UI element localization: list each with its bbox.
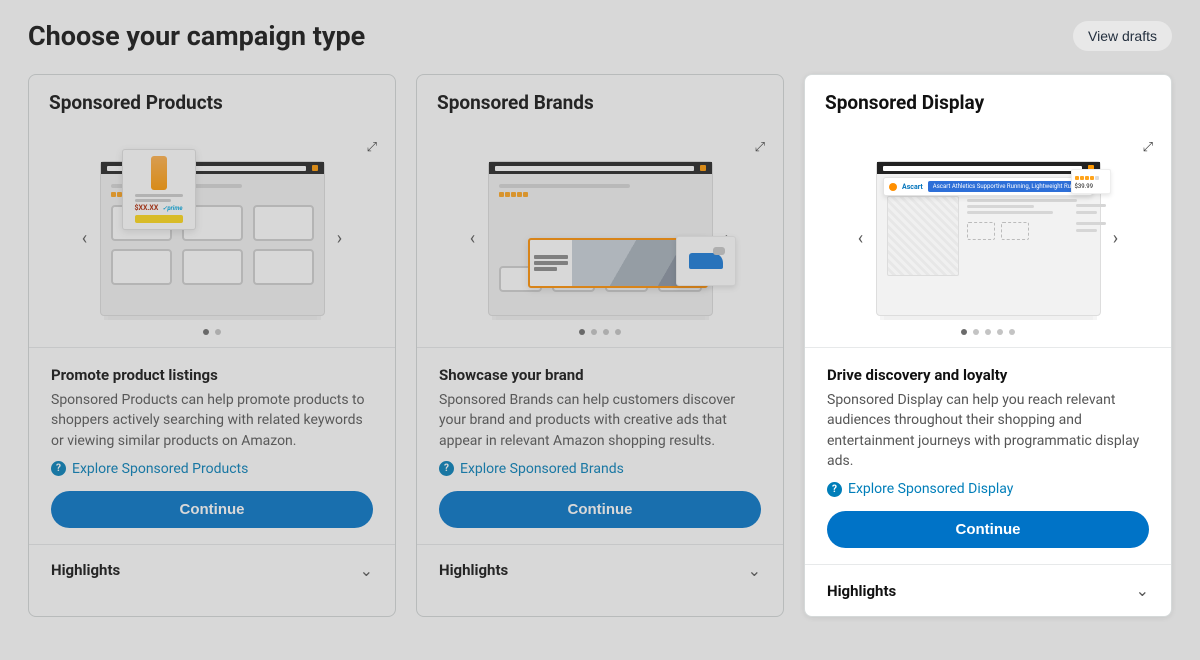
card-title: Sponsored Display bbox=[825, 91, 1151, 114]
help-icon: ? bbox=[439, 461, 454, 476]
highlights-label: Highlights bbox=[439, 561, 508, 579]
card-subtitle: Promote product listings bbox=[51, 366, 373, 384]
card-preview-area: ⤢ ‹ bbox=[805, 130, 1171, 348]
card-title: Sponsored Products bbox=[49, 91, 375, 114]
carousel-dot[interactable] bbox=[997, 329, 1003, 335]
page-header: Choose your campaign type View drafts bbox=[28, 20, 1172, 52]
card-subtitle: Drive discovery and loyalty bbox=[827, 366, 1149, 384]
highlights-label: Highlights bbox=[827, 582, 896, 600]
continue-button[interactable]: Continue bbox=[51, 491, 373, 528]
expand-icon[interactable]: ⤢ bbox=[755, 140, 765, 155]
carousel-dot[interactable] bbox=[215, 329, 221, 335]
card-description: Sponsored Display can help you reach rel… bbox=[827, 390, 1149, 471]
carousel-dot[interactable] bbox=[603, 329, 609, 335]
highlights-toggle[interactable]: Highlights ⌄ bbox=[417, 544, 783, 596]
continue-button[interactable]: Continue bbox=[439, 491, 761, 528]
carousel-dot[interactable] bbox=[615, 329, 621, 335]
card-subtitle: Showcase your brand bbox=[439, 366, 761, 384]
carousel-dot[interactable] bbox=[579, 329, 585, 335]
expand-icon[interactable]: ⤢ bbox=[1143, 140, 1153, 155]
mock-price: $39.99 bbox=[1075, 183, 1107, 190]
carousel-dots bbox=[29, 329, 395, 335]
highlights-toggle[interactable]: Highlights ⌄ bbox=[29, 544, 395, 596]
preview-display-bar: Ascart Ascart Athletics Supportive Runni… bbox=[883, 177, 1093, 196]
explore-link[interactable]: ? Explore Sponsored Products bbox=[51, 461, 373, 477]
page-title: Choose your campaign type bbox=[28, 20, 365, 52]
carousel-dot[interactable] bbox=[961, 329, 967, 335]
card-description: Sponsored Products can help promote prod… bbox=[51, 390, 373, 451]
prev-slide-button[interactable]: ‹ bbox=[458, 228, 488, 249]
carousel-dot[interactable] bbox=[985, 329, 991, 335]
explore-link-label: Explore Sponsored Products bbox=[72, 461, 248, 477]
carousel-dot[interactable] bbox=[203, 329, 209, 335]
carousel-dot[interactable] bbox=[591, 329, 597, 335]
prev-slide-button[interactable]: ‹ bbox=[846, 228, 876, 249]
card-description: Sponsored Brands can help customers disc… bbox=[439, 390, 761, 451]
preview-price-card: $39.99 bbox=[1071, 169, 1111, 194]
continue-button[interactable]: Continue bbox=[827, 511, 1149, 548]
next-slide-button[interactable]: › bbox=[325, 228, 355, 249]
carousel-dots bbox=[417, 329, 783, 335]
view-drafts-button[interactable]: View drafts bbox=[1073, 21, 1172, 51]
card-title: Sponsored Brands bbox=[437, 91, 763, 114]
chevron-down-icon: ⌄ bbox=[1136, 581, 1149, 600]
card-sponsored-products: Sponsored Products ⤢ ‹ bbox=[28, 74, 396, 617]
help-icon: ? bbox=[51, 461, 66, 476]
explore-link-label: Explore Sponsored Display bbox=[848, 481, 1013, 497]
campaign-cards-row: Sponsored Products ⤢ ‹ bbox=[28, 74, 1172, 617]
carousel-dot[interactable] bbox=[973, 329, 979, 335]
mock-ad-pill: Ascart Athletics Supportive Running, Lig… bbox=[928, 181, 1087, 192]
highlights-toggle[interactable]: Highlights ⌄ bbox=[805, 564, 1171, 616]
card-preview-area: ⤢ ‹ bbox=[417, 130, 783, 348]
carousel-dots bbox=[805, 329, 1171, 335]
card-sponsored-display: Sponsored Display ⤢ ‹ bbox=[804, 74, 1172, 617]
chevron-down-icon: ⌄ bbox=[360, 561, 373, 580]
preview-product-popup: $XX.XX✓prime bbox=[122, 149, 196, 230]
preview-brand-popup bbox=[528, 238, 708, 288]
help-icon: ? bbox=[827, 482, 842, 497]
carousel-dot[interactable] bbox=[1009, 329, 1015, 335]
explore-link[interactable]: ? Explore Sponsored Brands bbox=[439, 461, 761, 477]
prev-slide-button[interactable]: ‹ bbox=[70, 228, 100, 249]
highlights-label: Highlights bbox=[51, 561, 120, 579]
explore-link[interactable]: ? Explore Sponsored Display bbox=[827, 481, 1149, 497]
chevron-down-icon: ⌄ bbox=[748, 561, 761, 580]
mock-brand-label: Ascart bbox=[902, 183, 923, 191]
card-preview-area: ⤢ ‹ bbox=[29, 130, 395, 348]
expand-icon[interactable]: ⤢ bbox=[367, 140, 377, 155]
card-sponsored-brands: Sponsored Brands ⤢ ‹ bbox=[416, 74, 784, 617]
explore-link-label: Explore Sponsored Brands bbox=[460, 461, 624, 477]
